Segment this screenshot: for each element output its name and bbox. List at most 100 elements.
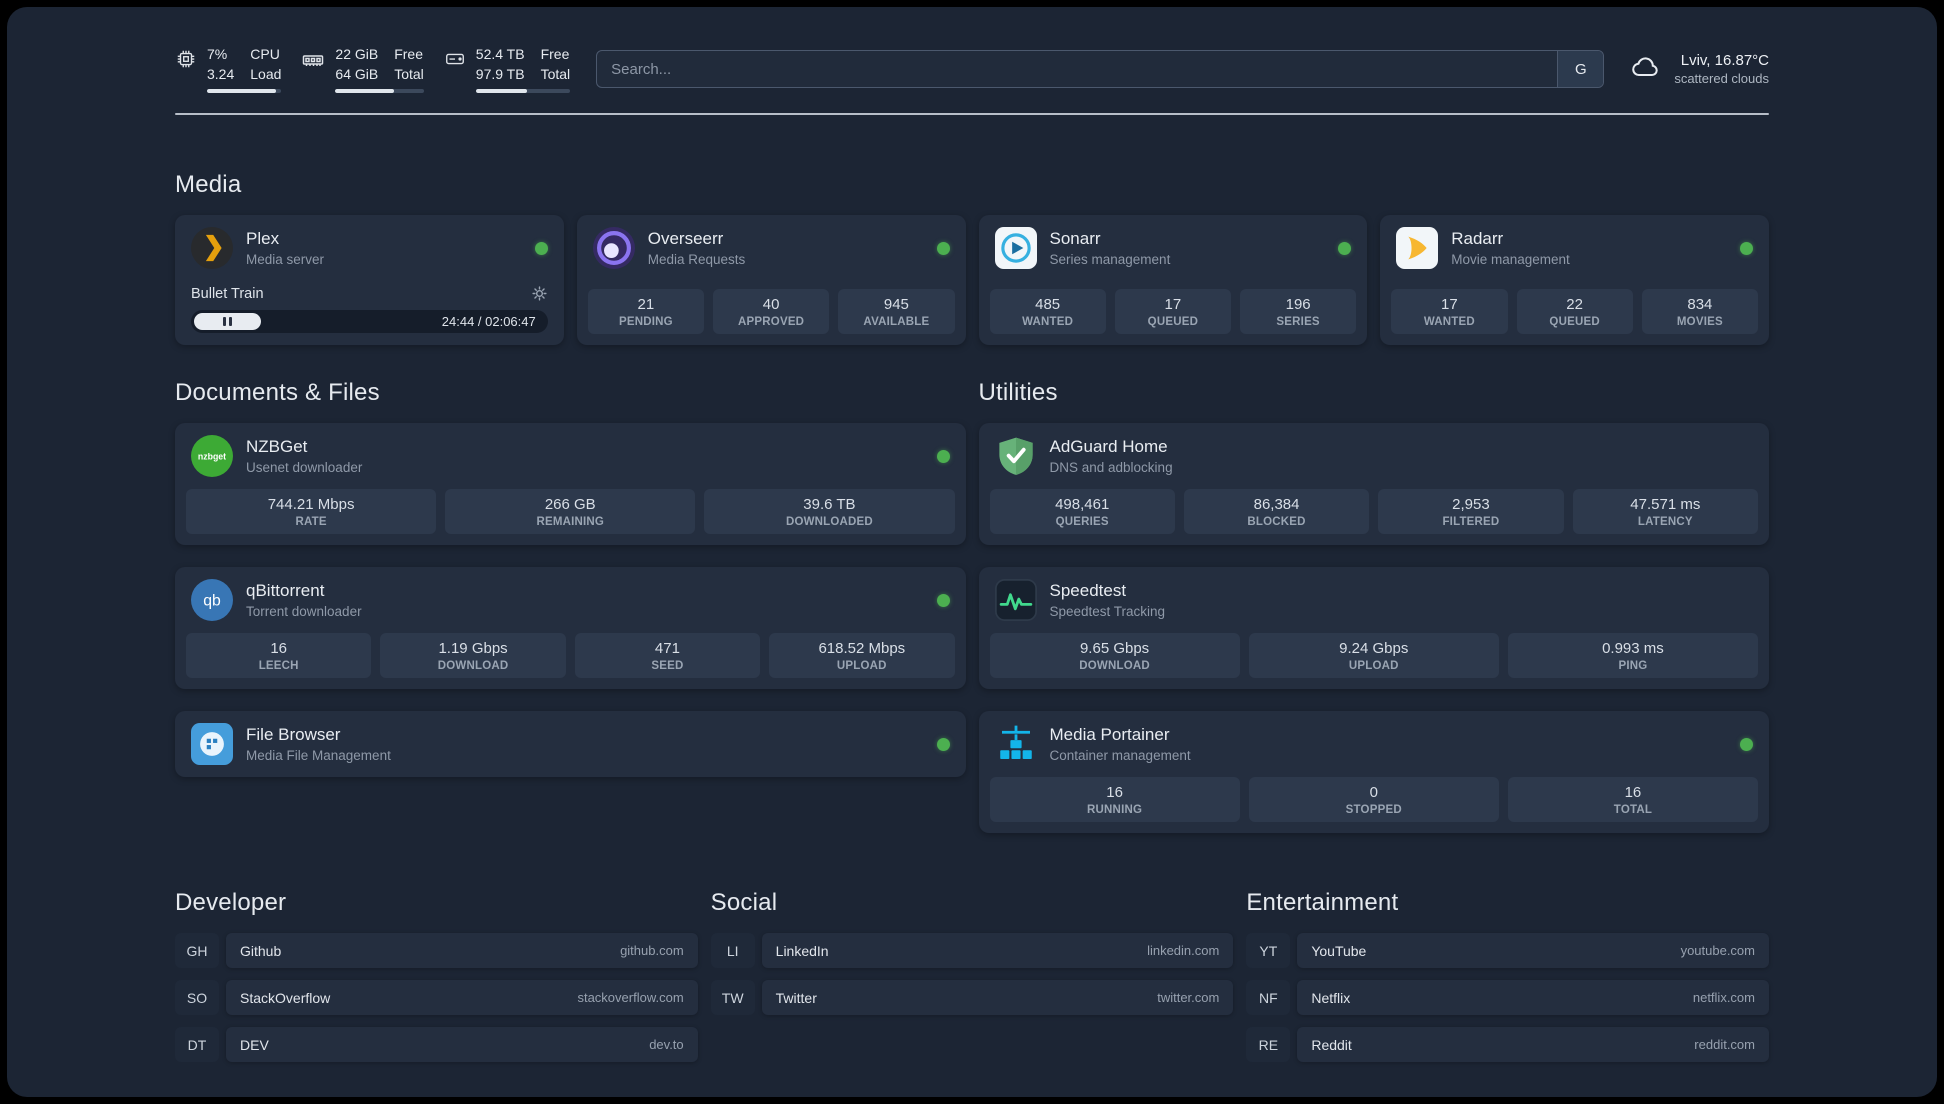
link-dev[interactable]: DT DEV dev.to: [175, 1027, 698, 1062]
app-subtitle: Media File Management: [246, 748, 391, 763]
speedtest-icon: [994, 579, 1037, 621]
section-title-entertainment: Entertainment: [1246, 889, 1399, 916]
link-youtube[interactable]: YT YouTube youtube.com: [1246, 933, 1769, 968]
playback-progress-bar[interactable]: 24:44 / 02:06:47: [191, 310, 548, 333]
app-name: Media Portainer: [1049, 725, 1170, 744]
filebrowser-icon: [191, 723, 233, 765]
link-name: Twitter: [775, 989, 817, 1006]
stat-downloaded: 39.6 TB DOWNLOADED: [704, 489, 955, 534]
overseerr-icon: [592, 227, 635, 269]
status-dot: [936, 737, 950, 751]
stat-available: 945 AVAILABLE: [838, 289, 955, 334]
link-reddit[interactable]: RE Reddit reddit.com: [1246, 1027, 1769, 1062]
app-card-nzbget[interactable]: nzbget NZBGet Usenet downloader 744.21 M…: [175, 423, 966, 545]
status-dot: [936, 593, 950, 607]
app-card-plex[interactable]: Plex Media server Bullet Train 24:44 / 0…: [175, 215, 564, 345]
link-linkedin[interactable]: LI LinkedIn linkedin.com: [710, 933, 1234, 968]
link-name: Reddit: [1311, 1036, 1352, 1053]
dashboard-window: 7% 3.24 CPU Load 22 GiB 64 GiB Free Tota…: [7, 7, 1937, 1097]
link-stackoverflow[interactable]: SO StackOverflow stackoverflow.com: [175, 980, 698, 1015]
link-url: netflix.com: [1692, 990, 1755, 1005]
stat-upload: 618.52 Mbps UPLOAD: [769, 633, 955, 678]
app-subtitle: Container management: [1049, 748, 1191, 763]
disk-values: 52.4 TB 97.9 TB: [475, 45, 525, 82]
app-card-speedtest[interactable]: Speedtest Speedtest Tracking 9.65 Gbps DO…: [978, 567, 1769, 689]
section-title-social: Social: [710, 889, 778, 916]
app-card-filebrowser[interactable]: File Browser Media File Management: [175, 711, 966, 777]
stat-queries: 498,461 QUERIES: [989, 489, 1175, 534]
cpu-values: 7% 3.24: [207, 45, 235, 82]
adguard-icon: [995, 435, 1037, 477]
link-name: LinkedIn: [775, 942, 829, 959]
app-name: Plex: [246, 229, 280, 248]
stat-queued: 17 QUEUED: [1114, 289, 1231, 334]
playback-time: 24:44 / 02:06:47: [441, 314, 536, 329]
app-name: File Browser: [246, 725, 341, 744]
disk-usage-bar: [475, 89, 571, 94]
link-abbr: YT: [1246, 933, 1291, 968]
stat-upload: 9.24 Gbps UPLOAD: [1248, 633, 1499, 678]
app-card-radarr[interactable]: Radarr Movie management 17 WANTED 22 QUEUE…: [1380, 215, 1769, 345]
radarr-icon: [1396, 227, 1439, 269]
stat-total: 16 TOTAL: [1507, 777, 1759, 822]
section-entertainment: Entertainment YT YouTube youtube.com NF N…: [1246, 889, 1769, 1062]
nzbget-icon: nzbget: [191, 435, 233, 477]
app-card-portainer[interactable]: Media Portainer Container management 16 R…: [978, 711, 1769, 833]
stat-stopped: 0 STOPPED: [1248, 777, 1499, 822]
pause-button[interactable]: [194, 313, 261, 330]
stat-download: 9.65 Gbps DOWNLOAD: [989, 633, 1240, 678]
ram-icon: [301, 48, 325, 77]
ram-metric: 22 GiB 64 GiB Free Total: [301, 45, 424, 94]
app-subtitle: Media Requests: [647, 252, 746, 267]
link-github[interactable]: GH Github github.com: [175, 933, 698, 968]
app-card-adguard[interactable]: AdGuard Home DNS and adblocking 498,461 Q…: [978, 423, 1769, 545]
cpu-metric: 7% 3.24 CPU Load: [175, 45, 282, 94]
app-card-sonarr[interactable]: Sonarr Series management 485 WANTED 17 QUE…: [978, 215, 1368, 345]
link-abbr: DT: [175, 1027, 219, 1062]
app-subtitle: DNS and adblocking: [1049, 460, 1173, 475]
now-playing-title: Bullet Train: [191, 285, 264, 302]
settings-gear-icon[interactable]: [531, 285, 548, 302]
weather-condition: scattered clouds: [1674, 71, 1769, 86]
plex-now-playing: Bullet Train 24:44 / 02:06:47: [175, 285, 564, 345]
section-documents: Documents & Files nzbget NZBGet Usenet d…: [175, 379, 966, 833]
stat-movies: 834 MOVIES: [1641, 289, 1758, 334]
link-name: Netflix: [1311, 989, 1351, 1006]
app-name: NZBGet: [246, 437, 308, 456]
status-dot: [1740, 737, 1753, 751]
topbar: 7% 3.24 CPU Load 22 GiB 64 GiB Free Tota…: [175, 45, 1769, 94]
search-input[interactable]: [597, 51, 1558, 87]
weather-location: Lviv, 16.87°C: [1680, 52, 1769, 69]
link-url: youtube.com: [1680, 943, 1755, 958]
link-url: stackoverflow.com: [577, 990, 684, 1005]
app-subtitle: Torrent downloader: [246, 604, 362, 619]
stat-pending: 21 PENDING: [587, 289, 704, 334]
stat-series: 196 SERIES: [1240, 289, 1357, 334]
search-provider-button[interactable]: G: [1557, 51, 1604, 87]
topbar-divider: [175, 113, 1769, 115]
svg-text:qb: qb: [203, 593, 221, 610]
app-subtitle: Series management: [1049, 252, 1171, 267]
section-title-utilities: Utilities: [978, 379, 1058, 406]
cpu-usage-bar: [207, 89, 282, 94]
plex-icon: [191, 227, 233, 269]
link-twitter[interactable]: TW Twitter twitter.com: [710, 980, 1234, 1015]
link-url: reddit.com: [1694, 1037, 1755, 1052]
disk-icon: [444, 48, 466, 75]
link-netflix[interactable]: NF Netflix netflix.com: [1246, 980, 1769, 1015]
link-abbr: SO: [175, 980, 219, 1015]
status-dot: [1338, 241, 1352, 255]
link-abbr: RE: [1246, 1027, 1291, 1062]
stat-leech: 16 LEECH: [186, 633, 372, 678]
app-card-qbittorrent[interactable]: qb qBittorrent Torrent downloader 16 LEEC…: [175, 567, 966, 689]
link-url: github.com: [620, 943, 684, 958]
app-card-overseerr[interactable]: Overseerr Media Requests 21 PENDING 40 APP…: [576, 215, 966, 345]
weather-widget: Lviv, 16.87°C scattered clouds: [1630, 51, 1769, 88]
stat-wanted: 485 WANTED: [989, 289, 1106, 334]
link-abbr: NF: [1246, 980, 1291, 1015]
app-name: Radarr: [1451, 229, 1504, 248]
stat-blocked: 86,384 BLOCKED: [1183, 489, 1370, 534]
ram-labels: Free Total: [394, 45, 424, 82]
link-name: DEV: [240, 1036, 269, 1053]
search-bar[interactable]: G: [596, 50, 1605, 88]
